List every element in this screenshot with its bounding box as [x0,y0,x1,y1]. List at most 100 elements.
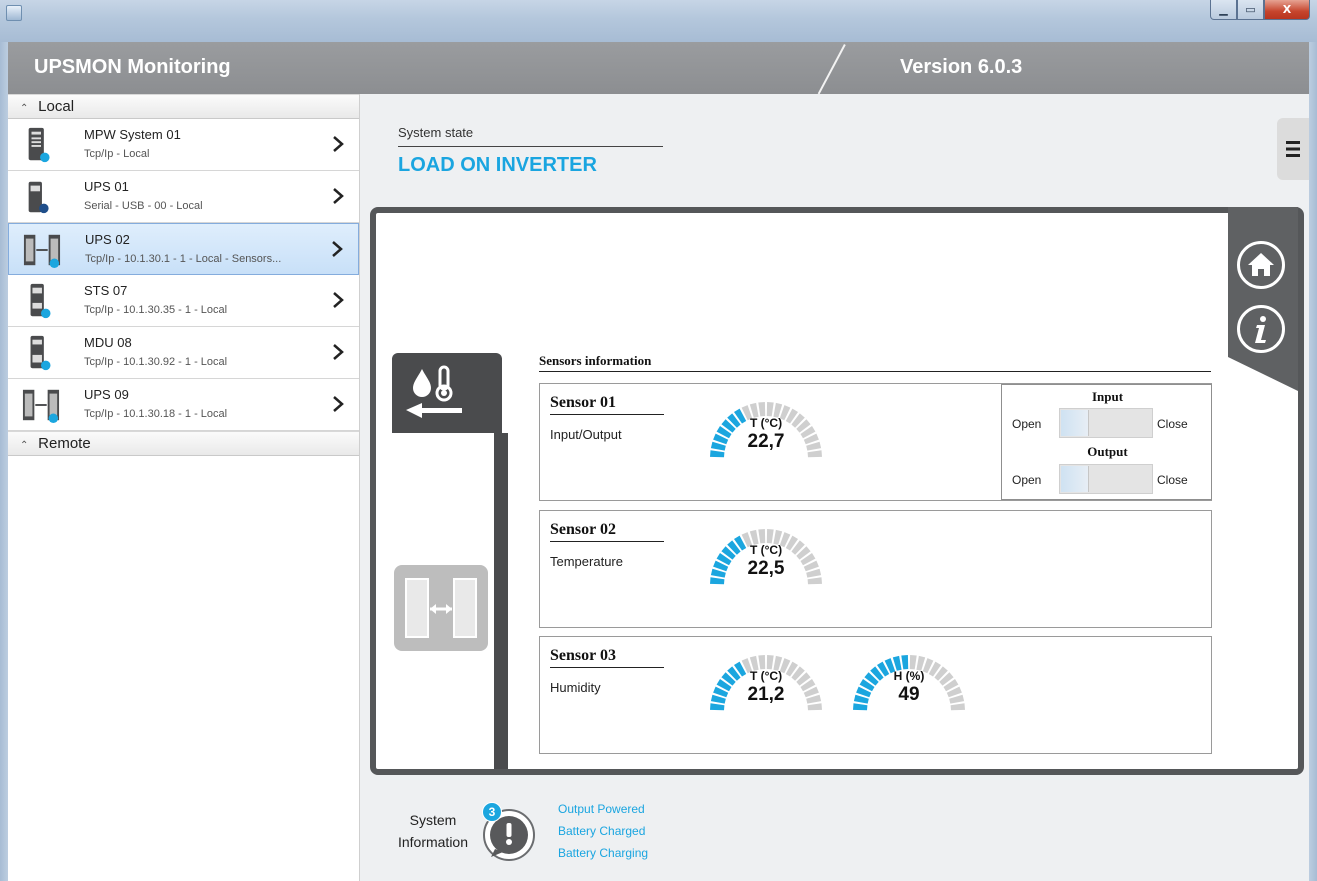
status-message: Battery Charged [558,824,646,838]
gauge-value: 49 [898,684,920,705]
sensor-type: Temperature [550,554,623,569]
device-item[interactable]: MDU 08 Tcp/Ip - 10.1.30.92 - 1 - Local [8,327,359,379]
io-input-open-label: Open [1012,417,1042,431]
gauge-label: T (°C) [749,669,783,683]
sensors-info-title: Sensors information [539,353,652,368]
app-title: UPSMON Monitoring [34,56,231,78]
temperature-gauge: T (°C) 22,5 [708,511,824,591]
output-toggle[interactable] [1059,464,1153,494]
gauge-label: T (°C) [749,416,783,430]
gauge-label: T (°C) [749,543,783,557]
sensor-name: Sensor 02 [550,521,616,538]
gauge-value: 22,7 [747,431,785,452]
humidity-gauge: H (%) 49 [851,637,967,717]
device-name: STS 07 [84,283,128,298]
device-detail: Tcp/Ip - 10.1.30.18 - 1 - Local [84,408,228,420]
io-output-title: Output [1087,444,1128,459]
chevron-right-icon [332,241,343,257]
gauge-segment [758,655,766,670]
sensor-type: Input/Output [550,427,622,442]
device-name: MDU 08 [84,335,132,350]
gauge-segment [758,529,766,544]
info-button[interactable] [1237,305,1285,353]
sensors-view-connector [494,433,508,769]
sensor-name-underline [550,667,664,668]
sensor-name: Sensor 01 [550,394,616,411]
chevron-right-icon [333,292,344,308]
system-state-divider [398,146,663,147]
group-remote-label: Remote [38,435,91,452]
sensor-card-01: Sensor 01 Input/Output T (°C) 22,7 Input… [539,383,1212,501]
gauge-value: 22,5 [747,558,785,579]
home-button[interactable] [1237,241,1285,289]
gauge-value: 21,2 [747,684,785,705]
sensor-card-03: Sensor 03 Humidity T (°C) 21,2 H (%) 49 [539,636,1212,754]
input-toggle[interactable] [1059,408,1153,438]
device-item[interactable]: UPS 09 Tcp/Ip - 10.1.30.18 - 1 - Local [8,379,359,431]
toggle-knob [1061,466,1089,492]
io-input-title: Input [1091,389,1124,404]
maximize-button[interactable]: ▭ [1237,0,1264,20]
gauge-segment [901,655,909,670]
sensors-panel: Sensors information Sensor 01 Input/Outp… [370,207,1304,775]
gauge-label: H (%) [893,669,925,683]
io-state-box: Input Open Close Output Open Close [1001,384,1212,500]
sensors-view-button[interactable] [392,353,502,433]
system-information-count-badge: 3 [482,802,502,822]
device-detail: Tcp/Ip - Local [84,148,150,160]
sensor-card-02: Sensor 02 Temperature T (°C) 22,5 [539,510,1212,628]
sensor-drop-thermometer-icon [406,365,462,418]
chevron-right-icon [333,136,344,152]
device-name: UPS 09 [84,387,129,402]
app-version: Version 6.0.3 [900,56,1023,78]
io-output-open-label: Open [1012,473,1042,487]
minimize-button[interactable]: ▁ [1210,0,1237,20]
sensor-name-underline [550,541,664,542]
menu-button[interactable] [1277,118,1309,180]
device-name: MPW System 01 [84,127,181,142]
system-state-value: LOAD ON INVERTER [398,154,597,176]
ups-small-icon [28,181,49,214]
device-item[interactable]: MPW System 01 Tcp/Ip - Local [8,119,359,171]
device-detail: Tcp/Ip - 10.1.30.92 - 1 - Local [84,356,228,368]
device-detail: Tcp/Ip - 10.1.30.1 - 1 - Local - Sensors… [85,253,282,265]
device-detail: Tcp/Ip - 10.1.30.35 - 1 - Local [84,304,228,316]
ups-parallel-icon [23,234,61,269]
temperature-gauge: T (°C) 21,2 [708,637,824,717]
ups-tower-icon [28,127,50,163]
title-bar[interactable]: ▁ ▭ X [0,0,1317,42]
group-local-header[interactable]: ⌃ Local [8,94,359,119]
device-detail: Serial - USB - 00 - Local [84,200,203,212]
gauge-segment [766,655,774,670]
system-state-label: System state [398,125,474,140]
gauge-segment [766,529,774,544]
sensor-type: Humidity [550,680,601,695]
app-window: ▁ ▭ X UPSMON Monitoring Version 6.0.3 ⌃ … [0,0,1317,881]
status-message: Output Powered [558,802,645,816]
gauge-segment [766,402,774,417]
close-button[interactable]: X [1264,0,1310,20]
chevron-right-icon [333,396,344,412]
system-information-label: System Information [393,809,473,853]
home-icon [1248,253,1274,276]
device-name: UPS 01 [84,179,129,194]
io-output-close-label: Close [1157,473,1188,487]
sensor-name-underline [550,414,664,415]
system-information-line2: Information [397,834,469,850]
sts-icon [30,283,51,319]
gauge-segment [909,655,917,670]
group-remote-header[interactable]: ⌃ Remote [8,431,359,456]
device-item[interactable]: UPS 02 Tcp/Ip - 10.1.30.1 - 1 - Local - S… [8,223,359,275]
mdu-icon [30,335,51,371]
status-message: Battery Charging [558,846,649,860]
app-header: UPSMON Monitoring Version 6.0.3 [8,42,1309,95]
main-content: System state LOAD ON INVERTER Sensors in… [361,94,1309,881]
gauge-segment [758,402,766,417]
device-item[interactable]: STS 07 Tcp/Ip - 10.1.30.35 - 1 - Local [8,275,359,327]
system-information-line1: System [409,812,457,828]
device-view-button[interactable] [394,565,488,651]
right-tab [1228,207,1298,391]
chevron-right-icon [333,344,344,360]
device-item[interactable]: UPS 01 Serial - USB - 00 - Local [8,171,359,223]
chevron-right-icon [333,188,344,204]
